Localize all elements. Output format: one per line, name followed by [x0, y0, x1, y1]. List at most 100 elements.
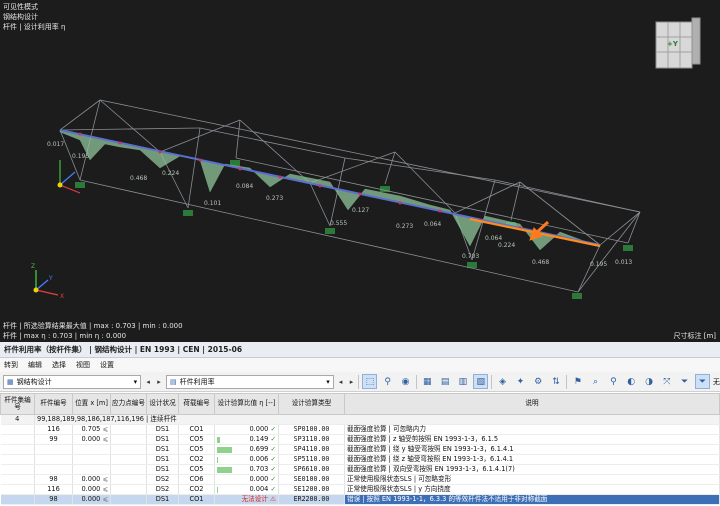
global-axis-gizmo — [33, 270, 59, 296]
table-row[interactable]: DS1 CO5 0.703 ✓ SP6610.00 截面强度验算 | 双向受弯按照 EN… — [0, 464, 720, 475]
table-row[interactable]: 99 0.000 ⩽ DS1 CO5 0.149 ✓ SP3110.00 截面强度验算 | … — [0, 434, 720, 445]
row-loading: CO1 — [178, 494, 215, 505]
zoom-icon[interactable]: ⌕ — [588, 374, 603, 389]
table-row[interactable]: 116 0.000 ⩽ DS2 CO2 0.004 ✓ SE1200.00 正常使用极限状态… — [0, 484, 720, 495]
palette-icon[interactable]: ◐ — [624, 374, 639, 389]
ratio-value: 0.000 — [249, 475, 269, 483]
location-mark: ⩽ — [102, 495, 108, 503]
row-set-no — [0, 444, 35, 455]
overlay-result-summary: 杆件 | 所选验算结果最大值 | max : 0.703 | min : 0.0… — [3, 322, 183, 330]
menu-goto[interactable]: 转到 — [4, 360, 18, 370]
table-row[interactable]: 116 0.705 ⩽ DS1 CO1 0.000 ✓ SP0100.00 截面强度验算 |… — [0, 424, 720, 435]
row-location — [72, 454, 111, 465]
row-design-situation: DS1 — [146, 434, 179, 445]
toolbar-separator — [566, 374, 568, 389]
row-stress-point — [110, 454, 147, 465]
table-view-icon[interactable]: ▦ — [420, 374, 435, 389]
axis-label-y: Y — [48, 275, 53, 282]
group-row[interactable]: 4 99,188,189,98,186,187,116,196 | 连续杆件 — [0, 414, 720, 425]
table-row[interactable]: DS1 CO2 0.006 ✓ SP5110.00 截面强度验算 | 绕 z 轴受弯按照… — [0, 454, 720, 465]
row-member-no: 116 — [34, 484, 73, 495]
diagram-label: 0.273 — [396, 223, 413, 230]
col-location[interactable]: 位置 x [m] — [72, 393, 111, 415]
ratio-bar — [217, 427, 239, 433]
row-loading: CO2 — [178, 484, 215, 495]
group-members: 99,188,189,98,186,187,116,196 | 连续杆件 — [34, 414, 720, 425]
menu-view[interactable]: 视图 — [76, 360, 90, 370]
row-stress-point — [110, 424, 147, 435]
excel-icon[interactable]: ✦ — [513, 374, 528, 389]
steel-design-icon: ▦ — [7, 377, 14, 386]
view-cube[interactable] — [655, 17, 701, 69]
ratio-value: 0.000 — [249, 425, 269, 433]
menu-select[interactable]: 选择 — [52, 360, 66, 370]
col-loading[interactable]: 荷载编号 — [178, 393, 215, 415]
col-ratio[interactable]: 设计验算比值 η [--] — [214, 393, 279, 415]
location-value: 0.705 — [81, 425, 101, 433]
next-table-icon[interactable]: ▸ — [348, 378, 356, 386]
view-cube-label[interactable]: +Y — [667, 40, 678, 49]
filter-active-icon[interactable]: ⏷ — [695, 374, 710, 389]
row-set-no — [0, 494, 35, 505]
filter-members-icon[interactable]: ⚲ — [380, 374, 395, 389]
row-set-no — [0, 454, 35, 465]
row-stress-point — [110, 464, 147, 475]
overlay-eta-summary: 杆件 | max η : 0.703 | min η : 0.000 — [3, 332, 127, 340]
color-scale-icon[interactable]: ◑ — [642, 374, 657, 389]
row-ratio: 0.004 ✓ — [214, 484, 279, 495]
3d-viewport[interactable]: 0.017 0.195 0.468 0.224 0.101 0.084 0.27… — [0, 0, 720, 342]
table-row[interactable]: 98 0.000 ⩽ DS2 CO6 0.000 ✓ SE0100.00 正常使用极限状态S… — [0, 474, 720, 485]
print-icon[interactable]: ▤ — [438, 374, 453, 389]
toolbar-tail-label[interactable]: 无 — [713, 377, 720, 387]
export-icon[interactable]: ▥ — [456, 374, 471, 389]
col-stress-point[interactable]: 应力点编号 — [110, 393, 147, 415]
diagram-value-labels: 0.017 0.195 0.468 0.224 0.101 0.084 0.27… — [47, 141, 632, 268]
table-row[interactable]: DS1 CO5 0.699 ✓ SP4110.00 截面强度验算 | 绕 y 轴受弯按照… — [0, 444, 720, 455]
diagram-label: 0.017 — [47, 141, 64, 148]
menu-edit[interactable]: 编辑 — [28, 360, 42, 370]
col-description[interactable]: 说明 — [344, 393, 720, 415]
table-row[interactable]: 98 0.000 ⩽ DS1 CO1 无法设计 ⚠ ER2200.00 错误 | 按照 EN… — [0, 494, 720, 505]
ratio-value: 0.699 — [249, 445, 269, 453]
location-mark: ⩽ — [102, 425, 108, 433]
ratio-bar — [217, 456, 239, 463]
settings-icon[interactable]: ⚙ — [531, 374, 546, 389]
col-member-no[interactable]: 杆件编号 — [34, 393, 73, 415]
group-set-no: 4 — [0, 414, 35, 425]
table-icon: ▤ — [169, 377, 177, 386]
search-icon[interactable]: ⚲ — [606, 374, 621, 389]
row-description: 截面强度验算 | z 轴受剪按照 EN 1993-1-3，6.1.5 — [344, 434, 720, 445]
ratio-bar — [217, 486, 239, 493]
menu-settings[interactable]: 设置 — [100, 360, 114, 370]
axes-icon[interactable]: ⤧ — [659, 374, 674, 389]
sort-icon[interactable]: ⇅ — [549, 374, 564, 389]
details-icon[interactable]: ◈ — [495, 374, 510, 389]
col-set-no[interactable]: 杆件集编号 — [0, 393, 35, 415]
check-icon: ✓ — [270, 475, 276, 483]
flag-icon[interactable]: ⚑ — [570, 374, 585, 389]
truss-model[interactable]: 0.017 0.195 0.468 0.224 0.101 0.084 0.27… — [0, 0, 720, 342]
row-design-situation: DS1 — [146, 464, 179, 475]
result-table-select[interactable]: ▤ 杆件利用率 ▾ — [165, 374, 334, 389]
col-check-type[interactable]: 设计验算类型 — [278, 393, 345, 415]
panel-title: 杆件利用率（按杆件集） | 钢结构设计 | EN 1993 | CEN | 20… — [0, 342, 720, 358]
ratio-bar-fill — [217, 436, 221, 443]
prev-table-icon[interactable]: ◂ — [337, 378, 345, 386]
diagram-label: 0.703 — [462, 253, 479, 260]
next-module-icon[interactable]: ▸ — [155, 378, 163, 386]
filter-icon[interactable]: ⏷ — [677, 374, 692, 389]
axis-label-z: Z — [31, 263, 35, 270]
row-description: 正常使用极限状态SLS | y 方向挠度 — [344, 484, 720, 495]
select-in-model-icon[interactable]: ⬚ — [362, 374, 378, 389]
prev-module-icon[interactable]: ◂ — [144, 378, 152, 386]
panel-toolbar: ▦ 钢结构设计 ▾ ◂ ▸ ▤ 杆件利用率 ▾ ◂ ▸ ⬚ ⚲ ◉ ▦ ▤ ▥ … — [0, 372, 720, 392]
design-module-select[interactable]: ▦ 钢结构设计 ▾ — [3, 374, 142, 389]
location-value: 0.000 — [81, 485, 101, 493]
visibility-icon[interactable]: ◉ — [398, 374, 413, 389]
diagram-icon[interactable]: ▧ — [473, 374, 489, 389]
col-design-situation[interactable]: 设计状况 — [146, 393, 179, 415]
toolbar-separator — [358, 374, 360, 389]
row-set-no — [0, 434, 35, 445]
result-table-value: 杆件利用率 — [179, 377, 215, 386]
row-description: 截面强度验算 | 可忽略内力 — [344, 424, 720, 435]
